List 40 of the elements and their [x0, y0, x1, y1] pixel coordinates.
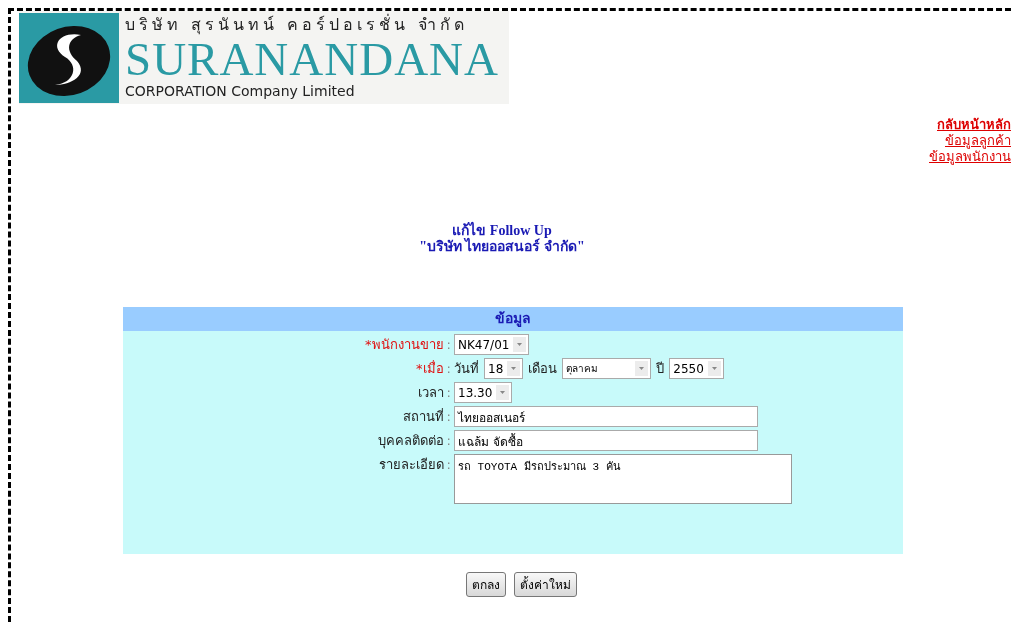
caret-icon: [507, 361, 521, 376]
colon: :: [446, 456, 451, 474]
colon: :: [446, 384, 451, 402]
colon: :: [446, 432, 451, 450]
caret-icon: [513, 337, 527, 352]
colon: :: [446, 336, 451, 354]
field-label: *พนักงานขาย: [365, 336, 444, 354]
caret-icon: [707, 361, 721, 376]
customer-name: "บริษัท ไทยออสนอร์ จำกัด": [419, 239, 585, 255]
field-label: บุคคลติดต่อ: [377, 432, 444, 451]
page-title: แก้ไข Follow Up: [452, 223, 552, 238]
dropdown[interactable]: 18: [484, 358, 524, 379]
dropdown[interactable]: NK47/01: [454, 334, 530, 355]
field-label: สถานที่: [402, 407, 444, 426]
caret-icon: [496, 385, 510, 400]
field-label: *เมื่อ: [416, 359, 444, 378]
date-part-label: ปี: [656, 360, 665, 378]
nav-link[interactable]: ข้อมูลพนักงาน: [929, 149, 1011, 165]
form-header: ข้อมูล: [123, 307, 903, 331]
company-name: SURANANDANA: [125, 38, 499, 80]
field-label: รายละเอียด: [378, 456, 444, 474]
dropdown[interactable]: 2550: [669, 358, 724, 379]
nav-link[interactable]: ข้อมูลลูกค้า: [945, 133, 1011, 149]
form-button[interactable]: ตกลง: [465, 572, 506, 597]
dropdown[interactable]: 13.30: [454, 382, 513, 403]
dropdown[interactable]: ตุลาคม: [562, 358, 652, 379]
colon: :: [446, 408, 451, 426]
date-part-label: เดือน: [528, 360, 558, 378]
nav-link[interactable]: กลับหน้าหลัก: [937, 117, 1011, 133]
company-thai-name: บริษัท สุรนันทน์ คอร์ปอเรชั่น จำกัด: [125, 13, 470, 37]
caret-icon: [635, 361, 649, 376]
input-field[interactable]: ไทยออสเนอร์: [454, 406, 758, 427]
input-field[interactable]: แฉล้ม จัดซื้อ: [454, 430, 758, 451]
logo-emblem-icon: [19, 13, 119, 103]
colon: :: [446, 360, 451, 378]
date-part-label: วันที่: [454, 359, 479, 378]
field-label: เวลา: [417, 384, 444, 402]
details-textarea[interactable]: รถ TOYOTA มีรถประมาณ 3 คัน: [454, 454, 792, 504]
company-subtitle: CORPORATION Company Limited: [125, 82, 356, 101]
form-button[interactable]: ตั้งค่าใหม่: [513, 572, 577, 597]
